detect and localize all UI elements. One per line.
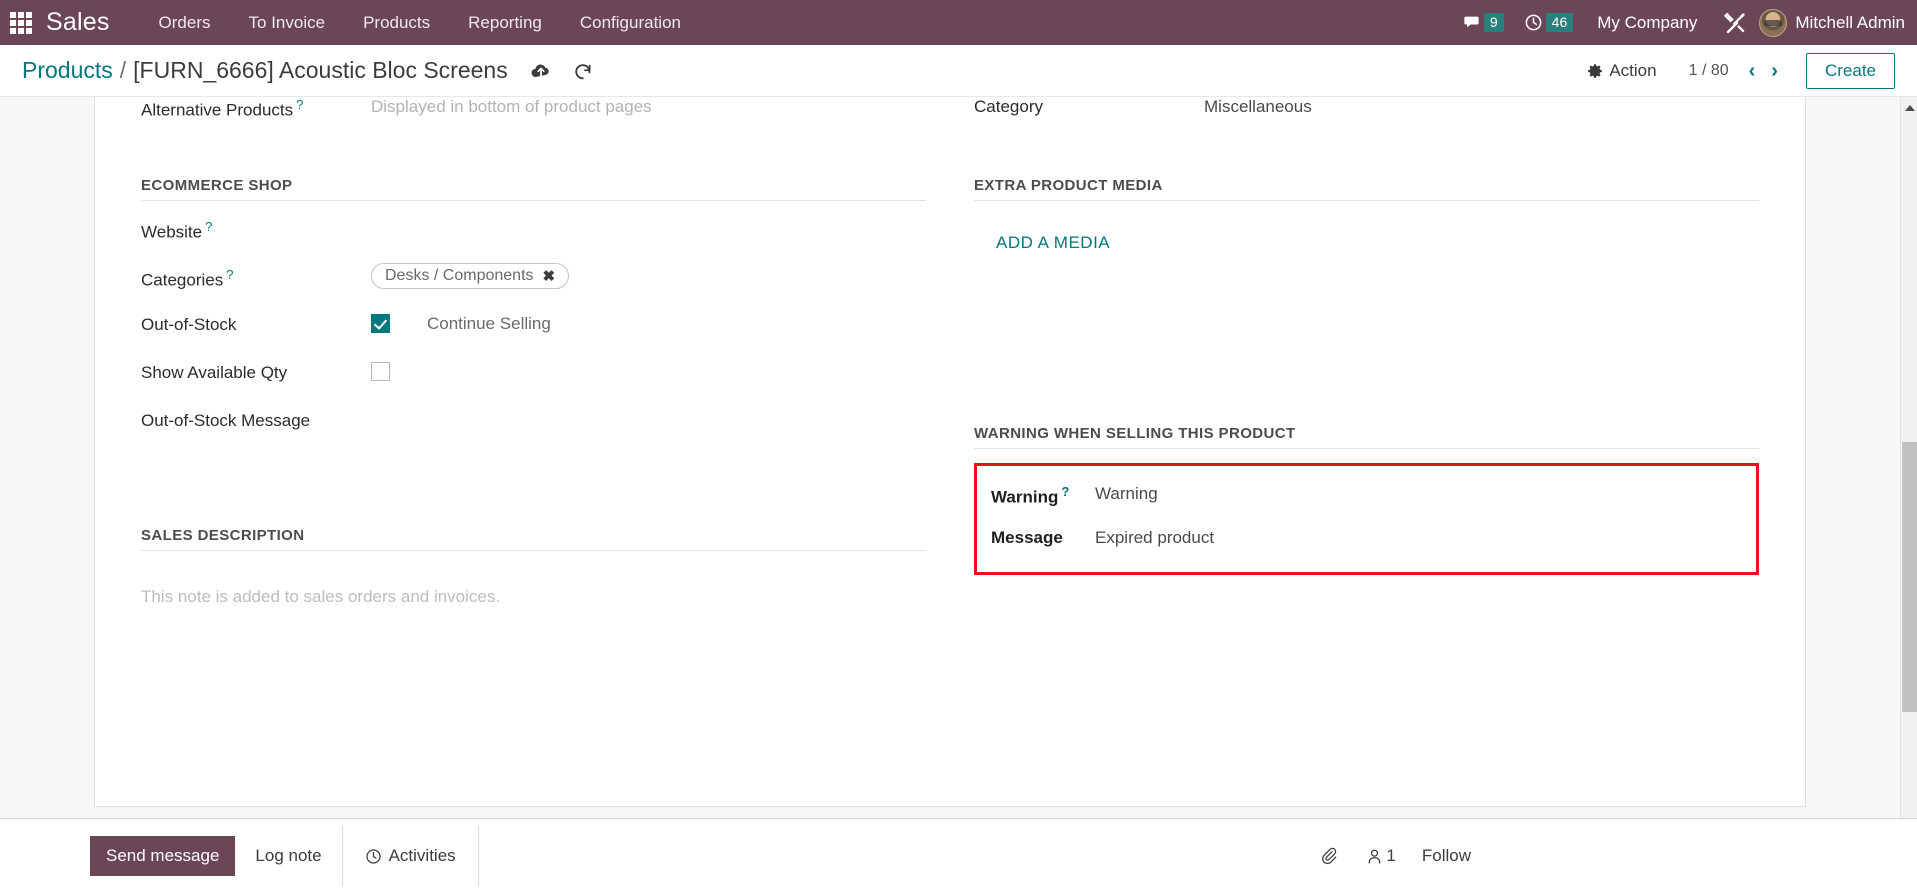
activities-count-badge: 46 — [1545, 13, 1574, 32]
category-chip-desks-components[interactable]: Desks / Components ✖ — [371, 263, 570, 289]
pager-next-button[interactable]: › — [1763, 61, 1786, 81]
warning-label: Warning? — [991, 484, 1070, 507]
warning-message-value[interactable]: Expired product — [1095, 524, 1742, 548]
pager-counter: 1 / 80 — [1688, 61, 1729, 79]
out-of-stock-row: Out-of-Stock Continue Selling — [141, 311, 926, 345]
clock-icon — [365, 848, 381, 864]
undo-arrow-icon[interactable] — [572, 60, 594, 82]
warning-group-title: WARNING WHEN SELLING THIS PRODUCT — [974, 425, 1759, 449]
menu-products[interactable]: Products — [344, 0, 449, 45]
website-input[interactable] — [371, 215, 926, 219]
create-button[interactable]: Create — [1805, 52, 1895, 89]
website-tooltip-icon[interactable]: ? — [205, 219, 212, 234]
scroll-thumb[interactable] — [1902, 442, 1917, 712]
category-chip-remove-icon[interactable]: ✖ — [543, 267, 556, 285]
action-menu[interactable]: Action — [1573, 61, 1670, 81]
product-form-sheet: Alternative Products? Displayed in botto… — [94, 97, 1806, 807]
send-message-button[interactable]: Send message — [90, 836, 236, 876]
warning-row: Warning? Warning — [991, 480, 1742, 514]
caret-up-icon[interactable] — [1901, 99, 1917, 116]
activities-button[interactable]: Activities — [341, 826, 479, 886]
website-label: Website? — [141, 219, 213, 242]
categories-label: Categories? — [141, 267, 234, 290]
warning-message-row: Message Expired product — [991, 524, 1742, 558]
add-a-media-button[interactable]: ADD A MEDIA — [996, 233, 1110, 253]
sales-description-textarea[interactable]: This note is added to sales orders and i… — [141, 565, 926, 607]
activities-label: Activities — [388, 846, 456, 865]
categories-tooltip-icon[interactable]: ? — [226, 267, 233, 282]
category-label: Category — [974, 97, 1043, 116]
category-row: Category Miscellaneous — [974, 97, 1759, 127]
out-of-stock-message-row: Out-of-Stock Message — [141, 407, 926, 441]
continue-selling-checkbox[interactable] — [371, 314, 390, 333]
alternative-products-input[interactable]: Displayed in bottom of product pages — [371, 97, 926, 117]
control-panel: Products / [FURN_6666] Acoustic Bloc Scr… — [0, 45, 1917, 97]
website-row: Website? — [141, 215, 926, 249]
form-right-column: Category Miscellaneous EXTRA PRODUCT MED… — [974, 97, 1759, 607]
menu-to-invoice[interactable]: To Invoice — [230, 0, 345, 45]
breadcrumb-current-record: [FURN_6666] Acoustic Bloc Screens — [133, 57, 508, 83]
out-of-stock-label: Out-of-Stock — [141, 315, 237, 334]
chatter-right-tools: 1 Follow — [1320, 846, 1917, 866]
menu-reporting[interactable]: Reporting — [449, 0, 561, 45]
cloud-upload-icon[interactable] — [530, 60, 552, 82]
ecommerce-shop-group-title: ECOMMERCE SHOP — [141, 177, 926, 201]
continue-selling-label: Continue Selling — [427, 314, 551, 333]
warning-highlight-box: Warning? Warning Message Expired product — [974, 463, 1759, 575]
company-switcher[interactable]: My Company — [1583, 13, 1711, 33]
record-save-discard — [530, 60, 594, 82]
messages-systray[interactable]: 9 — [1452, 13, 1514, 32]
breadcrumb: Products / [FURN_6666] Acoustic Bloc Scr… — [22, 57, 508, 84]
extra-product-media-group-title: EXTRA PRODUCT MEDIA — [974, 177, 1759, 201]
chatter-bar: Send message Log note Activities 1 Follo… — [0, 818, 1917, 893]
out-of-stock-message-label: Out-of-Stock Message — [141, 411, 311, 430]
show-available-qty-row: Show Available Qty — [141, 359, 926, 393]
follow-button[interactable]: Follow — [1422, 846, 1471, 866]
user-menu[interactable]: Mitchell Admin — [1795, 13, 1905, 33]
pager-previous-button[interactable]: ‹ — [1741, 61, 1764, 81]
menu-configuration[interactable]: Configuration — [561, 0, 700, 45]
activities-systray[interactable]: 46 — [1514, 13, 1584, 32]
sheet-viewport: Alternative Products? Displayed in botto… — [0, 97, 1900, 893]
sales-description-group-title: SALES DESCRIPTION — [141, 527, 926, 551]
warning-message-label: Message — [991, 528, 1063, 547]
paperclip-icon[interactable] — [1320, 846, 1340, 866]
menu-orders[interactable]: Orders — [140, 0, 230, 45]
form-scroll-area: Alternative Products? Displayed in botto… — [0, 97, 1917, 893]
action-label: Action — [1609, 60, 1657, 80]
categories-input[interactable]: Desks / Components ✖ — [371, 263, 926, 289]
warning-tooltip-icon[interactable]: ? — [1061, 484, 1069, 499]
chat-bubble-icon — [1464, 16, 1479, 28]
wrench-screwdriver-icon[interactable] — [1723, 11, 1747, 35]
top-navbar: Sales Orders To Invoice Products Reporti… — [0, 0, 1917, 45]
person-icon — [1369, 849, 1381, 864]
gear-icon — [1588, 63, 1603, 78]
alternative-products-row: Alternative Products? Displayed in botto… — [141, 97, 926, 127]
avatar[interactable] — [1759, 8, 1788, 37]
followers-count: 1 — [1386, 846, 1396, 865]
alternative-products-tooltip-icon[interactable]: ? — [296, 97, 303, 112]
clock-icon — [1525, 14, 1542, 31]
app-brand-sales[interactable]: Sales — [46, 8, 110, 37]
category-value[interactable]: Miscellaneous — [1204, 97, 1759, 117]
form-columns: Alternative Products? Displayed in botto… — [141, 97, 1759, 607]
navbar-systray: 9 46 My Company Mitchell Admin — [1452, 8, 1905, 37]
alternative-products-label: Alternative Products? — [141, 97, 304, 120]
breadcrumb-separator: / — [119, 57, 127, 83]
show-available-qty-label: Show Available Qty — [141, 363, 288, 382]
out-of-stock-message-input[interactable] — [371, 407, 926, 411]
apps-grid-icon[interactable] — [10, 11, 32, 34]
followers-button[interactable]: 1 — [1366, 846, 1396, 866]
breadcrumb-products[interactable]: Products — [22, 57, 113, 84]
category-chip-label: Desks / Components — [385, 267, 534, 284]
show-available-qty-checkbox[interactable] — [371, 362, 390, 381]
control-panel-right: Action 1 / 80 ‹ › Create — [1573, 52, 1895, 89]
form-left-column: Alternative Products? Displayed in botto… — [141, 97, 926, 607]
log-note-button[interactable]: Log note — [235, 836, 341, 876]
messages-count-badge: 9 — [1483, 13, 1504, 32]
vertical-scrollbar[interactable] — [1900, 97, 1917, 893]
categories-row: Categories? Desks / Components ✖ — [141, 263, 926, 297]
warning-value[interactable]: Warning — [1095, 480, 1742, 504]
